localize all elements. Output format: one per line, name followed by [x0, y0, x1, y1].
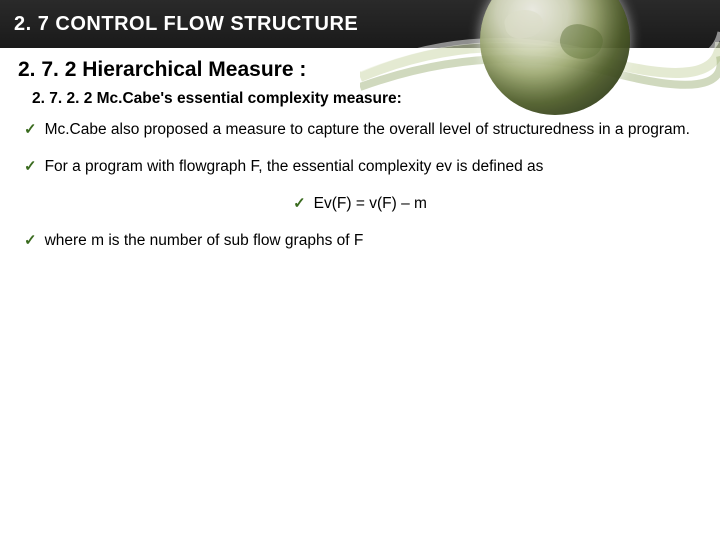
slide-header: 2. 7 CONTROL FLOW STRUCTURE	[0, 0, 720, 48]
check-icon: ✓	[24, 120, 37, 140]
bullet-item-formula: ✓ Ev(F) = v(F) – m	[18, 194, 702, 215]
bullet-item: ✓ where m is the number of sub flow grap…	[24, 231, 702, 252]
bullet-text: Mc.Cabe also proposed a measure to captu…	[45, 120, 702, 141]
formula-text: Ev(F) = v(F) – m	[314, 194, 427, 215]
check-icon: ✓	[24, 231, 37, 251]
header-title: 2. 7 CONTROL FLOW STRUCTURE	[14, 13, 358, 36]
bullet-item: ✓ For a program with flowgraph F, the es…	[24, 157, 702, 178]
bullet-text: For a program with flowgraph F, the esse…	[45, 157, 702, 178]
check-icon: ✓	[293, 194, 306, 214]
bullet-text: where m is the number of sub flow graphs…	[45, 231, 702, 252]
bullet-item: ✓ Mc.Cabe also proposed a measure to cap…	[24, 120, 702, 141]
check-icon: ✓	[24, 157, 37, 177]
